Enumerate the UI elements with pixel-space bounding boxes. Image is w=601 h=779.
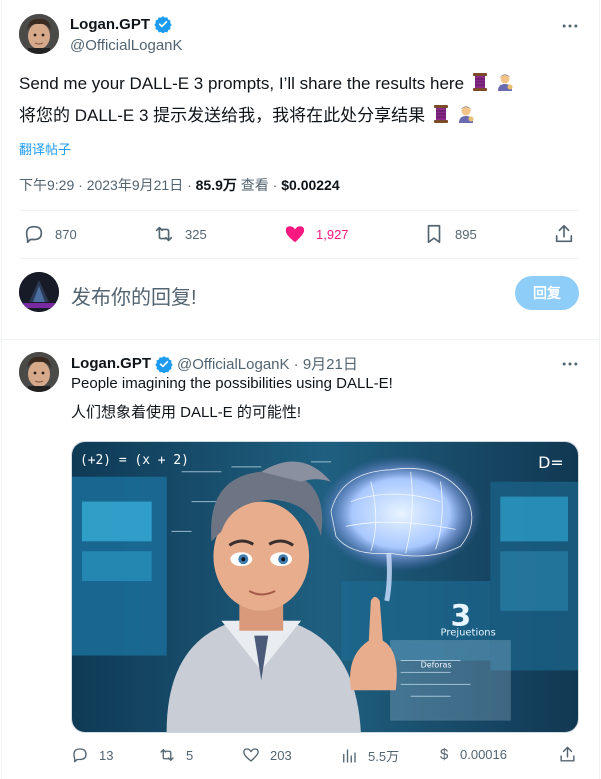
section-divider xyxy=(2,339,599,340)
retweet-count: 325 xyxy=(185,226,207,242)
author-name-row: Logan.GPT xyxy=(70,15,172,33)
like-action[interactable]: 1,927 xyxy=(284,223,349,245)
view-label: 查看 · xyxy=(236,177,282,193)
author-name-row: Logan.GPT @OfficialLoganK · 9月21日 xyxy=(71,353,358,374)
share-icon[interactable] xyxy=(553,223,575,245)
author-display-name[interactable]: Logan.GPT xyxy=(71,355,151,372)
author-avatar[interactable] xyxy=(19,14,59,54)
views-chart-icon xyxy=(343,748,356,763)
author-avatar[interactable] xyxy=(19,352,59,392)
tips-value: 0.00016 xyxy=(460,747,507,762)
author-handle[interactable]: @OfficialLoganK xyxy=(70,37,183,54)
more-options-icon[interactable] xyxy=(560,354,580,374)
bookmark-icon xyxy=(427,224,441,244)
tweet-timestamp[interactable]: 下午9:29 · 2023年9月21日 · xyxy=(19,177,196,193)
image-formula-text: (+2) = (x + 2) xyxy=(80,453,189,468)
divider-actions xyxy=(19,258,579,259)
retweet-action[interactable]: 5 xyxy=(158,746,193,764)
retweet-icon xyxy=(160,749,174,761)
spool-thread-icon xyxy=(433,105,448,123)
view-count: 85.9万 xyxy=(195,177,237,193)
views-count: 5.5万 xyxy=(368,749,400,764)
reply-action[interactable]: 870 xyxy=(23,223,77,245)
retweet-icon xyxy=(155,226,173,242)
reply-icon xyxy=(25,225,43,244)
bookmark-action[interactable]: 895 xyxy=(423,223,477,245)
artist-emoji-icon xyxy=(458,106,474,123)
image-projections-label: Prejuetions xyxy=(441,628,496,639)
tweet-meta: 下午9:29 · 2023年9月21日 · 85.9万 查看 · $0.0022… xyxy=(19,175,340,195)
share-icon[interactable] xyxy=(558,745,577,764)
artist-emoji-icon xyxy=(497,74,513,91)
translate-post-link[interactable]: 翻译帖子 xyxy=(19,139,71,158)
tips-action[interactable]: $ 0.00016 xyxy=(440,746,507,763)
tweet-text-english: People imagining the possibilities using… xyxy=(71,375,393,392)
reply-input[interactable]: 发布你的回复! xyxy=(71,281,197,310)
reply-count: 870 xyxy=(55,226,77,242)
spool-thread-icon xyxy=(472,73,487,91)
image-formula-d: D= xyxy=(538,453,564,472)
tweet-text-english-content: Send me your DALL-E 3 prompts, I’ll shar… xyxy=(19,74,465,93)
tweet-text-chinese: 人们想象着使用 DALL-E 的可能性! xyxy=(71,404,302,421)
like-action[interactable]: 203 xyxy=(242,746,292,764)
heart-outline-icon xyxy=(243,748,259,762)
tweet-media-image[interactable]: (+2) = (x + 2) D= 3 Prejuetions Deforas xyxy=(71,441,579,733)
views-action[interactable]: 5.5万 xyxy=(340,746,399,765)
author-handle-date[interactable]: @OfficialLoganK · 9月21日 xyxy=(177,353,358,374)
reply-icon xyxy=(73,748,87,763)
like-count: 1,927 xyxy=(316,226,349,242)
bookmark-count: 895 xyxy=(455,226,477,242)
reply-action[interactable]: 13 xyxy=(71,746,113,764)
reply-button[interactable]: 回复 xyxy=(515,276,579,310)
verified-badge-icon xyxy=(154,16,172,33)
dollar-icon: $ xyxy=(440,746,449,763)
heart-filled-icon xyxy=(285,226,305,243)
tweet-text-chinese-content: 将您的 DALL-E 3 提示发送给我，我将在此处分享结果 xyxy=(19,106,426,125)
like-count: 203 xyxy=(270,747,292,763)
tweet-text-chinese: 将您的 DALL-E 3 提示发送给我，我将在此处分享结果 xyxy=(19,104,475,128)
verified-badge-icon xyxy=(155,355,173,373)
retweet-count: 5 xyxy=(186,747,194,763)
more-options-icon[interactable] xyxy=(560,16,580,36)
reply-count: 13 xyxy=(99,747,114,763)
current-user-avatar[interactable] xyxy=(19,272,59,312)
divider-top xyxy=(19,210,579,211)
retweet-action[interactable]: 325 xyxy=(153,223,207,245)
price-value: $0.00224 xyxy=(281,177,340,193)
tweet-text-english: Send me your DALL-E 3 prompts, I’ll shar… xyxy=(19,72,514,96)
author-display-name[interactable]: Logan.GPT xyxy=(70,16,150,33)
